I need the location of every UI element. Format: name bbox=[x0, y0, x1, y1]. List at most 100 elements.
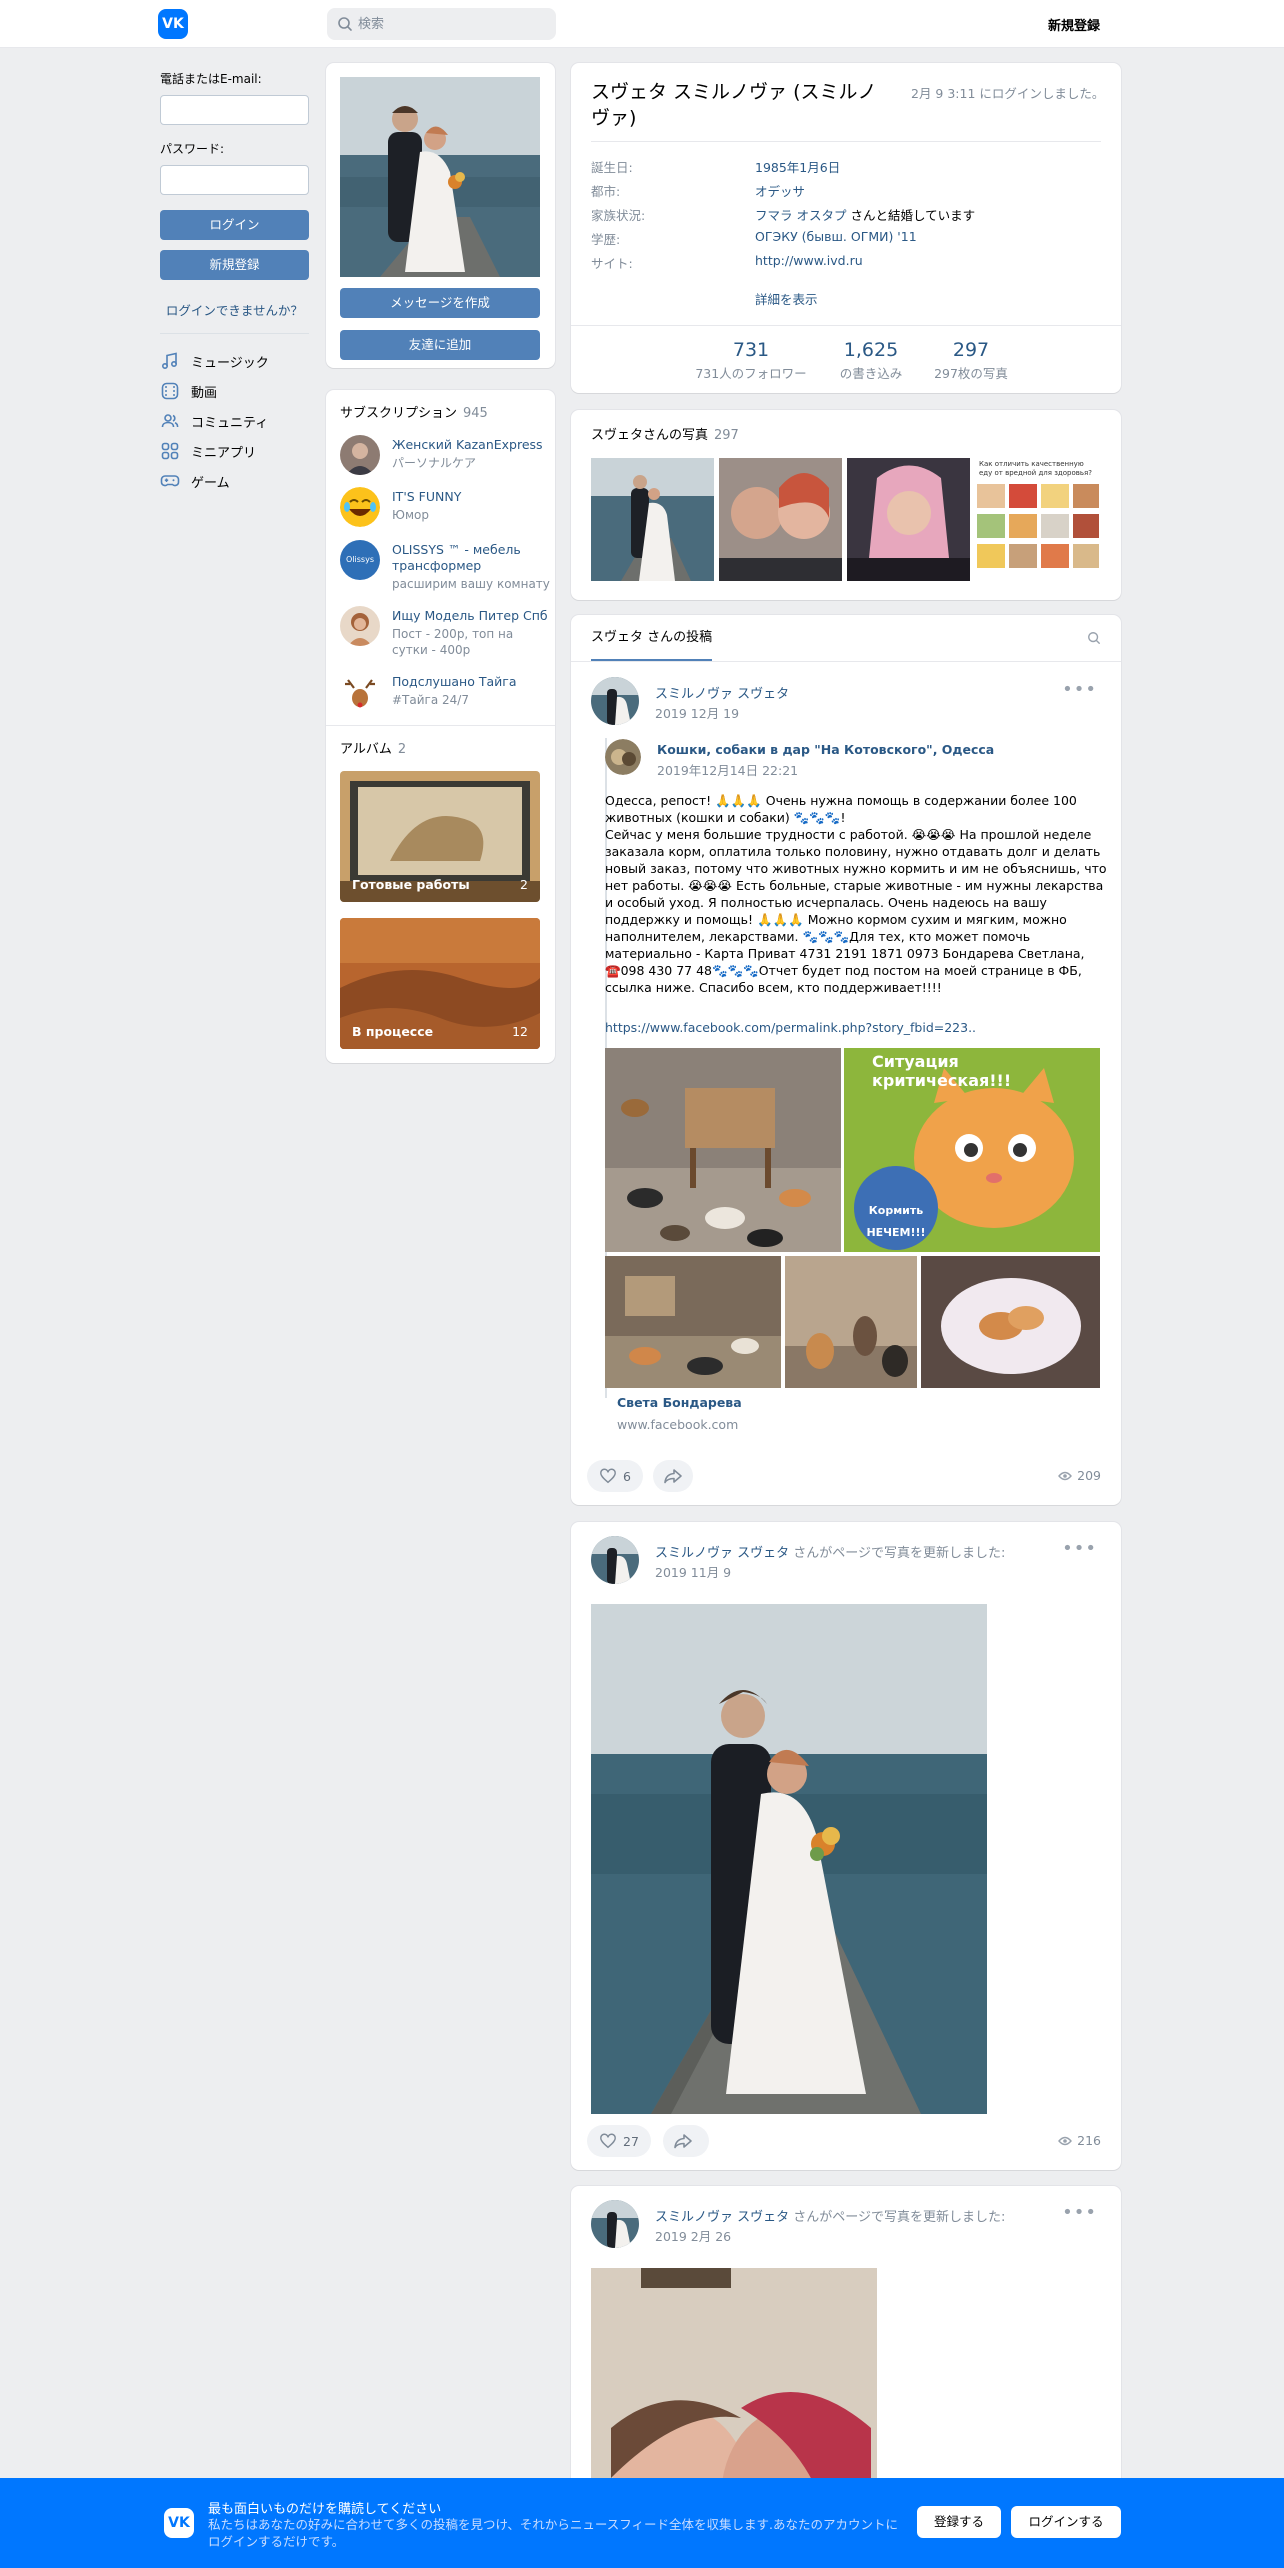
post-author-line: スミルノヴァ スヴェタ さんがページで写真を更新しました: bbox=[655, 2206, 1005, 2225]
subscription-item[interactable]: Ищу Модель Питер Спб Пост - 200р, топ на… bbox=[340, 606, 550, 662]
post-image-kittens[interactable] bbox=[921, 1256, 1100, 1388]
views-count: 209 bbox=[1077, 1468, 1101, 1483]
photos-counter[interactable]: 297 297枚の写真 bbox=[921, 339, 1021, 382]
eye-icon bbox=[1058, 1471, 1073, 1480]
like-button[interactable]: 6 bbox=[587, 1460, 643, 1492]
post-author-link[interactable]: スミルノヴァ スヴェタ bbox=[655, 683, 789, 702]
password-field[interactable] bbox=[160, 165, 309, 195]
info-value-link[interactable]: http://www.ivd.ru bbox=[755, 253, 1095, 268]
nav-item-music[interactable]: ミュージック bbox=[160, 346, 312, 376]
post-author-avatar[interactable] bbox=[591, 2200, 639, 2248]
post-date: 2019 11月 9 bbox=[655, 1565, 732, 1580]
post-image-cats-floor[interactable] bbox=[605, 1256, 781, 1388]
spouse-link[interactable]: フマラ オスタプ bbox=[755, 208, 846, 223]
write-message-button[interactable]: メッセージを作成 bbox=[340, 288, 540, 318]
wall-search-icon[interactable] bbox=[1087, 631, 1101, 645]
post-menu-button[interactable]: ••• bbox=[1062, 679, 1097, 700]
share-button[interactable] bbox=[653, 1460, 693, 1492]
password-label: パスワード: bbox=[160, 142, 225, 156]
profile-info-card: スヴェタ スミルノヴァ (スミルノヴァ) 2月 9 3:11 にログインしました… bbox=[571, 63, 1121, 393]
post-date: 2019 2月 26 bbox=[655, 2229, 732, 2244]
profile-photo[interactable] bbox=[340, 77, 540, 277]
photo-thumb[interactable] bbox=[719, 458, 842, 581]
wall-tab[interactable]: スヴェタ さんの投稿 bbox=[591, 615, 713, 661]
wall-post-card: スミルノヴァ スヴェタ さんがページで写真を更新しました: 2019 11月 9… bbox=[571, 1522, 1121, 2170]
views-counter: 209 bbox=[1058, 1468, 1101, 1483]
forgot-login-link[interactable]: ログインできませんか？ bbox=[160, 300, 309, 319]
post-author-link[interactable]: スミルノヴァ スヴェタ bbox=[655, 1546, 789, 1561]
info-value-link[interactable]: ОГЭКУ (бывш. ОГМИ) '11 bbox=[755, 229, 1095, 244]
post-author-link[interactable]: スミルノヴァ スヴェタ bbox=[655, 2210, 789, 2225]
subscriptions-header[interactable]: サブスクリプション 945 bbox=[340, 402, 488, 421]
info-key: 学歴: bbox=[591, 232, 621, 247]
search-icon bbox=[338, 17, 352, 31]
info-value: フマラ オスタプ さんと結婚しています bbox=[755, 205, 1095, 224]
nav-item-label: ゲーム bbox=[191, 475, 230, 491]
show-more-link[interactable]: 詳細を表示 bbox=[755, 289, 818, 307]
search-box[interactable] bbox=[327, 8, 556, 40]
repost-group-link[interactable]: Кошки, собаки в дар "На Котовского", Оде… bbox=[657, 742, 994, 757]
food-collage bbox=[977, 484, 1099, 568]
link-author[interactable]: Света Бондарева bbox=[617, 1395, 742, 1410]
photo-thumb[interactable]: Как отличить качественную еду от вредной… bbox=[975, 458, 1101, 581]
vk-logo[interactable]: VK bbox=[158, 9, 188, 39]
heart-icon bbox=[600, 1468, 616, 1484]
community-icon bbox=[161, 414, 179, 428]
repost-group-avatar[interactable] bbox=[605, 739, 641, 775]
album-item[interactable]: В процессе 12 bbox=[340, 918, 540, 1049]
nav-item-games[interactable]: ゲーム bbox=[160, 466, 312, 496]
photo-thumb[interactable] bbox=[847, 458, 970, 581]
albums-header[interactable]: アルバム 2 bbox=[340, 738, 406, 757]
video-icon bbox=[161, 382, 179, 400]
post-author-avatar[interactable] bbox=[591, 1536, 639, 1584]
subscription-item[interactable]: Подслушано Тайга #Тайга 24/7 bbox=[340, 672, 550, 714]
nav-item-apps[interactable]: ミニアプリ bbox=[160, 436, 312, 466]
profile-photo-card: メッセージを作成 友達に追加 bbox=[326, 63, 555, 368]
post-image-cats-room[interactable] bbox=[605, 1048, 841, 1252]
photos-count: 297 bbox=[714, 428, 739, 443]
repost-facebook-link[interactable]: https://www.facebook.com/permalink.php?s… bbox=[605, 1020, 976, 1035]
subscription-item[interactable]: Женский KazanExpress パーソナルケア bbox=[340, 435, 550, 477]
info-key: 都市: bbox=[591, 184, 621, 199]
posts-counter[interactable]: 1,625 の書き込み bbox=[821, 339, 921, 382]
share-button[interactable] bbox=[663, 2125, 709, 2157]
banner-login-button[interactable]: ログインする bbox=[1011, 2506, 1121, 2538]
login-button[interactable]: ログイン bbox=[160, 210, 309, 240]
header-signup-link[interactable]: 新規登録 bbox=[1048, 15, 1100, 34]
counter-number: 731 bbox=[732, 339, 770, 361]
nav-item-video[interactable]: 動画 bbox=[160, 376, 312, 406]
add-friend-button[interactable]: 友達に追加 bbox=[340, 330, 540, 360]
subscription-item[interactable]: IT'S FUNNY Юмор bbox=[340, 487, 550, 529]
search-input[interactable] bbox=[358, 8, 548, 40]
post-menu-button[interactable]: ••• bbox=[1062, 2202, 1097, 2223]
album-item[interactable]: Готовые работы 2 bbox=[340, 771, 540, 902]
email-label: 電話またはE-mail: bbox=[160, 72, 262, 86]
post-photo-wedding[interactable] bbox=[591, 1604, 987, 2114]
nav-item-label: ミュージック bbox=[191, 355, 269, 371]
photo-thumb[interactable] bbox=[591, 458, 714, 581]
apps-icon bbox=[161, 442, 179, 460]
subscription-desc: パーソナルケア bbox=[392, 456, 477, 470]
post-author-avatar[interactable] bbox=[591, 677, 639, 725]
info-value-link[interactable]: 1985年1月6日 bbox=[755, 157, 1095, 176]
nav-item-label: コミュニティ bbox=[191, 415, 269, 431]
subscription-avatar bbox=[340, 435, 380, 475]
subscription-item[interactable]: Olissys OLISSYS ™ - мебель трансформер р… bbox=[340, 540, 550, 596]
like-button[interactable]: 27 bbox=[587, 2125, 651, 2157]
post-menu-button[interactable]: ••• bbox=[1062, 1538, 1097, 1559]
subscriptions-title: サブスクリプション bbox=[340, 406, 458, 421]
heart-icon bbox=[600, 2133, 616, 2149]
nav-item-community[interactable]: コミュニティ bbox=[160, 406, 312, 436]
followers-counter[interactable]: 731 731人のフォロワー bbox=[691, 339, 811, 382]
info-value-link[interactable]: オデッサ bbox=[755, 181, 1095, 200]
banner-signup-button[interactable]: 登録する bbox=[917, 2506, 1001, 2538]
photos-header[interactable]: スヴェタさんの写真 297 bbox=[591, 424, 739, 443]
last-seen-status: 2月 9 3:11 にログインしました。 bbox=[911, 86, 1105, 101]
info-key: サイト: bbox=[591, 256, 633, 271]
signup-button[interactable]: 新規登録 bbox=[160, 250, 309, 280]
email-field[interactable] bbox=[160, 95, 309, 125]
reindeer-avatar bbox=[340, 672, 380, 712]
post-image-critical-situation[interactable]: Ситуация критическая!!! Кормить НЕЧЕМ!!! bbox=[844, 1048, 1100, 1252]
post-image-dogs[interactable] bbox=[785, 1256, 917, 1388]
photos-card: スヴェタさんの写真 297 Как отличить качественную е… bbox=[571, 410, 1121, 600]
